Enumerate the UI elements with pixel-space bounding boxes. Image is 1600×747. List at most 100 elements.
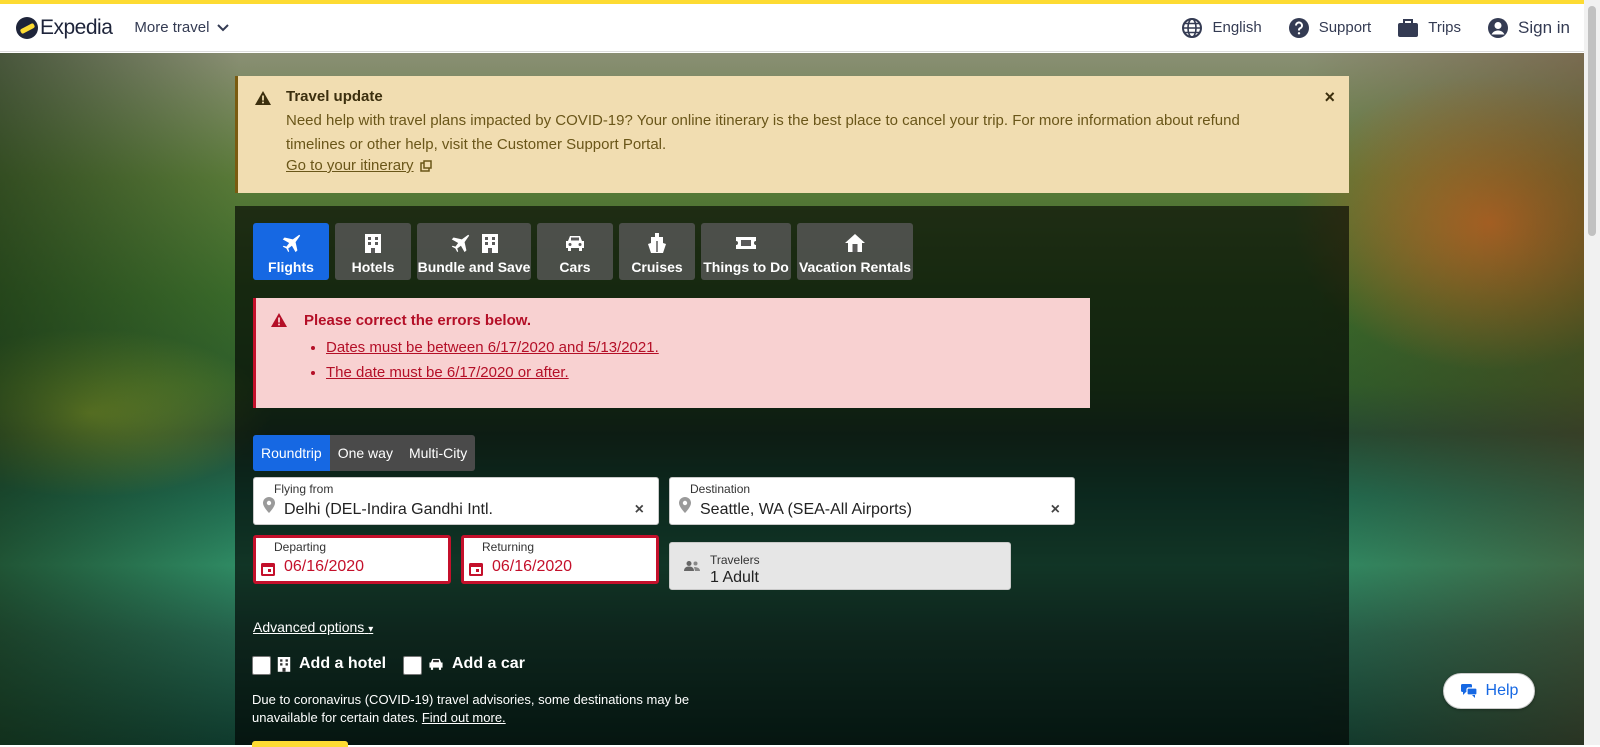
account-icon	[1488, 17, 1509, 38]
building-icon	[482, 233, 498, 253]
tab-cars[interactable]: Cars	[537, 223, 613, 280]
error-warning-icon	[271, 313, 287, 327]
travelers-value: 1 Adult	[710, 569, 759, 586]
logo-text: Expedia	[40, 15, 113, 39]
calendar-icon	[469, 563, 483, 576]
trips-label: Trips	[1428, 19, 1462, 36]
expedia-logo[interactable]: Expedia	[16, 15, 113, 40]
error-item: Dates must be between 6/17/2020 and 5/13…	[326, 339, 1090, 356]
destination-label: Destination	[690, 482, 751, 496]
page-scrollbar[interactable]	[1584, 0, 1600, 745]
advanced-options-label: Advanced options	[253, 619, 365, 635]
close-banner-button[interactable]: ×	[1324, 88, 1335, 106]
flying-from-field[interactable]: Flying from Delhi (DEL-Indira Gandhi Int…	[253, 477, 659, 525]
sign-in-label: Sign in	[1518, 17, 1570, 37]
tab-rentals-label: Vacation Rentals	[798, 258, 912, 275]
chat-icon	[1460, 684, 1478, 698]
building-icon	[277, 656, 291, 672]
add-car-checkbox[interactable]	[403, 656, 422, 675]
external-link-icon	[419, 159, 432, 172]
chevron-down-icon	[217, 23, 230, 31]
add-hotel-label: Add a hotel	[299, 654, 387, 672]
forest-left	[0, 53, 240, 745]
airplane-icon	[451, 234, 470, 252]
logo-icon	[16, 16, 38, 39]
ticket-icon	[736, 236, 756, 249]
tab-flights[interactable]: Flights	[253, 223, 329, 280]
airplane-icon	[282, 234, 301, 252]
help-button[interactable]: Help	[1443, 673, 1535, 709]
error-item: The date must be 6/17/2020 or after.	[326, 364, 1090, 381]
car-icon	[429, 658, 443, 670]
error-summary: Please correct the errors below. Dates m…	[253, 298, 1090, 408]
clear-flying-from-button[interactable]: ×	[635, 501, 644, 519]
error-link-min-date[interactable]: The date must be 6/17/2020 or after.	[326, 364, 569, 381]
help-label: Help	[1485, 682, 1519, 699]
ship-icon	[648, 232, 666, 253]
car-icon	[566, 235, 584, 251]
itinerary-link-label: Go to your itinerary	[286, 157, 414, 174]
warning-icon	[255, 91, 271, 105]
language-selector[interactable]: English	[1181, 17, 1262, 39]
support-link[interactable]: Support	[1288, 17, 1372, 39]
tab-bundle-and-save[interactable]: Bundle and Save	[417, 223, 531, 280]
returning-date-field[interactable]: Returning 06/16/2020	[461, 535, 659, 584]
suitcase-icon	[1398, 18, 1419, 37]
house-icon	[845, 233, 865, 252]
departing-value: 06/16/2020	[284, 558, 365, 575]
tab-flights-label: Flights	[268, 258, 314, 275]
travel-update-body: Need help with travel plans impacted by …	[286, 112, 1240, 153]
trips-link[interactable]: Trips	[1397, 18, 1461, 38]
departing-label: Departing	[274, 540, 327, 554]
add-hotel-option: Add a hotel	[252, 652, 386, 675]
tab-things-to-do[interactable]: Things to Do	[701, 223, 791, 280]
travelers-label: Travelers	[710, 553, 760, 567]
error-link-date-range[interactable]: Dates must be between 6/17/2020 and 5/13…	[326, 339, 659, 356]
tab-bundle-label: Bundle and Save	[417, 258, 531, 275]
add-car-option: Add a car	[403, 652, 525, 675]
find-out-more-link[interactable]: Find out more.	[422, 710, 506, 725]
trip-type-one-way[interactable]: One way	[330, 435, 401, 471]
add-car-label: Add a car	[452, 654, 525, 672]
add-hotel-checkbox[interactable]	[252, 656, 271, 675]
clear-destination-button[interactable]: ×	[1051, 501, 1060, 519]
product-tabs: Flights Hotels Bundle and Save Cars Crui…	[253, 223, 919, 280]
destination-field[interactable]: Destination Seattle, WA (SEA-All Airport…	[669, 477, 1075, 525]
scrollbar-thumb[interactable]	[1588, 6, 1596, 236]
tab-cruises[interactable]: Cruises	[619, 223, 695, 280]
location-pin-icon	[263, 497, 275, 513]
travelers-field[interactable]: Travelers 1 Adult	[669, 542, 1011, 590]
location-pin-icon	[679, 497, 691, 513]
go-to-itinerary-link[interactable]: Go to your itinerary	[286, 157, 432, 174]
more-travel-label: More travel	[134, 19, 210, 36]
covid-advisory-note: Due to coronavirus (COVID-19) travel adv…	[252, 691, 712, 727]
trip-type-multi-city[interactable]: Multi-City	[401, 435, 475, 471]
site-header: Expedia More travel English Support Trip…	[0, 4, 1584, 52]
globe-icon	[1182, 17, 1203, 38]
help-circle-icon	[1288, 17, 1309, 38]
returning-value: 06/16/2020	[492, 558, 573, 575]
tab-hotels-label: Hotels	[351, 258, 395, 275]
tab-things-label: Things to Do	[703, 258, 789, 275]
trip-type-roundtrip[interactable]: Roundtrip	[253, 435, 330, 471]
destination-value: Seattle, WA (SEA-All Airports)	[700, 501, 912, 518]
sign-in-button[interactable]: Sign in	[1487, 17, 1570, 39]
trip-type-toggle: Roundtrip One way Multi-City	[253, 435, 476, 471]
advanced-options-link[interactable]: Advanced options ▾	[253, 619, 373, 635]
support-label: Support	[1318, 19, 1372, 36]
people-icon	[684, 561, 700, 571]
search-button[interactable]	[252, 741, 348, 747]
tab-hotels[interactable]: Hotels	[335, 223, 411, 280]
language-label: English	[1212, 19, 1262, 36]
tab-vacation-rentals[interactable]: Vacation Rentals	[797, 223, 913, 280]
search-panel: Flights Hotels Bundle and Save Cars Crui…	[235, 206, 1349, 747]
calendar-icon	[261, 563, 275, 576]
tab-cruises-label: Cruises	[631, 258, 683, 275]
double-chevron-down-icon: ▾	[368, 624, 374, 635]
error-title: Please correct the errors below.	[304, 312, 532, 329]
departing-date-field[interactable]: Departing 06/16/2020	[253, 535, 451, 584]
building-icon	[365, 233, 381, 253]
more-travel-menu[interactable]: More travel	[134, 19, 230, 36]
returning-label: Returning	[482, 540, 535, 554]
flying-from-value: Delhi (DEL-Indira Gandhi Intl.	[284, 501, 493, 518]
